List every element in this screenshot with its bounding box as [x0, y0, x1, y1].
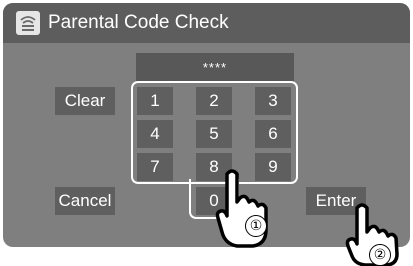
window-title: Parental Code Check — [48, 12, 229, 33]
parental-lock-icon — [16, 11, 40, 35]
step-1-callout: ① — [245, 215, 267, 237]
pointing-hand-icon — [215, 169, 268, 248]
clear-button[interactable]: Clear — [55, 87, 115, 115]
step-2-callout: ② — [369, 244, 391, 266]
code-display: **** — [136, 53, 294, 82]
title-bar: Parental Code Check — [3, 3, 410, 43]
cancel-button[interactable]: Cancel — [55, 187, 115, 215]
